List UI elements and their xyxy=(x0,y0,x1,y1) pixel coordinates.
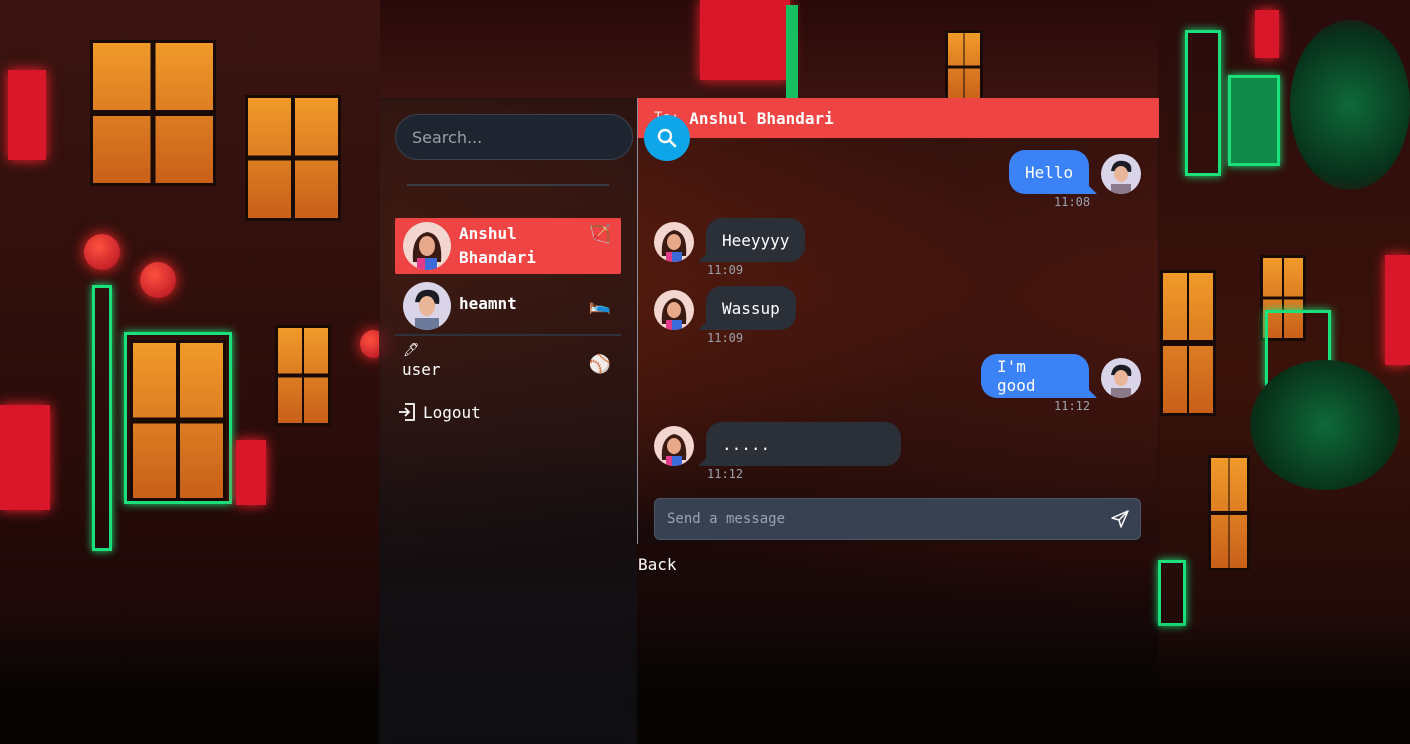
contacts-sidebar: Anshul Bhandari 🏹 heamnt 🛌 🖊 user ⚾ xyxy=(379,98,637,744)
contact-name: Anshul Bhandari xyxy=(459,222,536,270)
contact-name-line1: Anshul xyxy=(459,224,517,243)
status-emoji-bow-icon: 🏹 xyxy=(588,224,611,244)
contact-name-line2: Bhandari xyxy=(459,248,537,267)
chat-header: To: Anshul Bhandari xyxy=(638,98,1159,138)
message-text: Hello xyxy=(1025,162,1074,182)
building-window xyxy=(90,40,216,186)
neon-sign xyxy=(236,440,266,505)
tree-foliage xyxy=(1250,360,1400,490)
neon-vertical-sign xyxy=(92,285,112,551)
contact-item-anshul-bhandari[interactable]: Anshul Bhandari 🏹 xyxy=(395,218,621,274)
street-shadow xyxy=(0,620,1410,744)
avatar xyxy=(403,282,451,330)
search-box xyxy=(395,114,633,160)
sender-avatar xyxy=(654,222,694,262)
neon-sign xyxy=(1255,10,1279,58)
message-input[interactable] xyxy=(655,499,1095,539)
message-time: 11:08 xyxy=(1054,195,1091,209)
contact-item-user[interactable]: 🖊 user ⚾ xyxy=(395,342,621,388)
male-avatar-icon xyxy=(1101,358,1141,398)
contact-item-heamnt[interactable]: heamnt 🛌 xyxy=(395,280,621,332)
message-text: Wassup xyxy=(722,298,780,318)
logout-label: Logout xyxy=(423,402,481,422)
sender-avatar xyxy=(1101,358,1141,398)
building-window xyxy=(1160,270,1216,416)
lantern xyxy=(84,234,120,270)
neon-vertical-sign xyxy=(1185,30,1221,176)
search-icon xyxy=(657,128,677,148)
status-emoji-baseball-icon: ⚾ xyxy=(588,354,611,374)
message-bubble-outgoing: Hello xyxy=(1009,150,1097,194)
message-text: ..... xyxy=(722,434,771,454)
building-window xyxy=(945,30,983,104)
tree-foliage xyxy=(1290,20,1410,190)
neon-sign xyxy=(0,405,50,510)
building-window xyxy=(275,325,331,426)
contact-name: user xyxy=(402,360,441,379)
neon-frame xyxy=(124,332,232,504)
message-text: I'm good xyxy=(997,357,1036,395)
neon-pole xyxy=(786,5,798,100)
message-time: 11:09 xyxy=(707,331,744,345)
avatar xyxy=(403,222,451,270)
message-time: 11:09 xyxy=(707,263,744,277)
sender-avatar xyxy=(654,426,694,466)
female-avatar-icon xyxy=(654,426,694,466)
logout-icon xyxy=(399,403,415,421)
building-window xyxy=(245,95,341,221)
message-text: Heeyyyy xyxy=(722,230,790,250)
neon-sign xyxy=(700,0,790,80)
message-bubble-incoming: Heeyyyy xyxy=(698,218,805,262)
lantern xyxy=(140,262,176,298)
message-time: 11:12 xyxy=(1054,399,1091,413)
contact-separator xyxy=(395,334,621,336)
neon-sign xyxy=(1385,255,1410,365)
search-input[interactable] xyxy=(396,115,632,159)
divider xyxy=(407,184,609,186)
neon-sign xyxy=(1228,75,1280,166)
status-emoji-bed-icon: 🛌 xyxy=(588,294,611,314)
female-avatar-icon xyxy=(654,222,694,262)
back-button[interactable]: Back xyxy=(638,555,677,574)
recipient-name: Anshul Bhandari xyxy=(689,108,834,128)
neon-sign xyxy=(8,70,46,160)
building-window xyxy=(1208,455,1250,571)
search-button[interactable] xyxy=(644,115,690,161)
female-avatar-icon xyxy=(403,222,451,270)
female-avatar-icon xyxy=(654,290,694,330)
male-avatar-icon xyxy=(403,282,451,330)
sender-avatar xyxy=(654,290,694,330)
message-time: 11:12 xyxy=(707,467,744,481)
message-composer xyxy=(654,498,1141,540)
send-icon[interactable] xyxy=(1110,509,1130,529)
logout-button[interactable]: Logout xyxy=(397,402,481,422)
message-bubble-incoming: ..... xyxy=(698,422,901,466)
sender-avatar xyxy=(1101,154,1141,194)
neon-sign xyxy=(1158,560,1186,626)
male-avatar-icon xyxy=(1101,154,1141,194)
contact-name: heamnt xyxy=(459,294,517,313)
broken-image-icon: 🖊 xyxy=(403,342,420,357)
message-bubble-outgoing: I'm good xyxy=(981,354,1097,398)
message-bubble-incoming: Wassup xyxy=(698,286,796,330)
